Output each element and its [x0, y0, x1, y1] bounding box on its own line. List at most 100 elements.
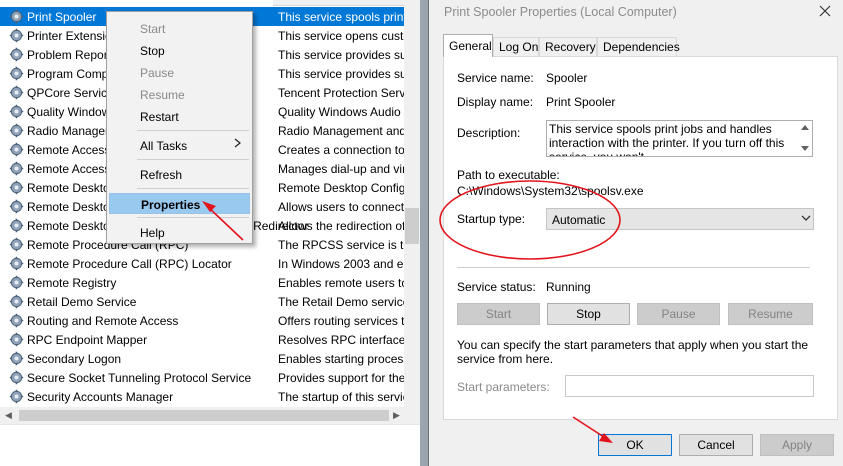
scroll-right-icon[interactable]: ▶ — [393, 411, 400, 420]
service-row[interactable]: Remote Registry Enables remote users to m… — [0, 273, 404, 292]
menu-item-properties[interactable]: Properties — [109, 193, 250, 214]
gear-icon — [9, 313, 24, 328]
startup-type-label: Startup type: — [457, 212, 526, 226]
service-name: Security Accounts Manager — [27, 390, 174, 404]
menu-item-label: All Tasks — [140, 139, 188, 153]
service-description: Radio Management and Airplane — [278, 124, 404, 138]
gear-icon — [9, 370, 24, 385]
service-name: Secure Socket Tunneling Protocol Service — [27, 371, 252, 385]
service-row[interactable]: RPC Endpoint Mapper Resolves RPC interfac… — [0, 330, 404, 349]
path-value: C:\Windows\System32\spoolsv.exe — [457, 184, 644, 198]
service-name: Print Spooler — [27, 10, 97, 24]
menu-item-pause[interactable]: Pause — [109, 62, 250, 83]
gear-icon — [9, 218, 24, 233]
service-description: Manages dial-up and virtual — [278, 162, 404, 176]
description-field[interactable]: This service spools print jobs and handl… — [546, 120, 813, 157]
service-description: Enables starting processes under — [278, 352, 404, 366]
tab-dependencies[interactable]: Dependencies — [597, 37, 680, 56]
service-name: Retail Demo Service — [27, 295, 137, 309]
apply-button[interactable]: Apply — [760, 434, 834, 456]
ok-button[interactable]: OK — [598, 434, 672, 456]
start-button[interactable]: Start — [457, 303, 540, 325]
cancel-button[interactable]: Cancel — [679, 434, 753, 456]
startup-type-select[interactable]: Automatic — [546, 208, 814, 230]
scroll-up-icon[interactable] — [801, 124, 809, 130]
service-description: Allows the redirection of Printers — [278, 219, 404, 233]
menu-item-help[interactable]: Help — [109, 222, 250, 243]
service-description: Provides support for the Secure — [278, 371, 404, 385]
scroll-down-icon[interactable] — [801, 146, 809, 152]
vertical-scroll-thumb[interactable] — [405, 208, 419, 244]
service-name: Secondary Logon — [27, 352, 122, 366]
gear-icon — [9, 28, 24, 43]
dialog-title: Print Spooler Properties (Local Computer… — [444, 5, 677, 19]
gear-icon — [9, 275, 24, 290]
menu-item-stop[interactable]: Stop — [109, 40, 250, 61]
gear-icon — [9, 180, 24, 195]
service-description: The RPCSS service is the Service — [278, 238, 404, 252]
start-params-label: Start parameters: — [457, 380, 550, 394]
service-description: Creates a connection to a remote — [278, 143, 404, 157]
service-name: Routing and Remote Access — [27, 314, 179, 328]
service-name: RPC Endpoint Mapper — [27, 333, 148, 347]
description-label: Description: — [457, 126, 521, 140]
chevron-down-icon[interactable] — [801, 215, 811, 222]
gear-icon — [9, 199, 24, 214]
gear-icon — [9, 9, 24, 24]
scroll-left-icon[interactable]: ◀ — [5, 411, 12, 420]
path-label: Path to executable: — [457, 168, 560, 182]
menu-separator — [137, 159, 249, 160]
gear-icon — [9, 161, 24, 176]
service-description: Offers routing services to — [278, 314, 404, 328]
service-description: Tencent Protection Service — [278, 86, 404, 100]
start-params-input[interactable] — [565, 375, 814, 397]
tab-log-on[interactable]: Log On — [493, 37, 539, 56]
service-status-label: Service status: — [457, 280, 536, 294]
horizontal-scroll-thumb[interactable] — [19, 410, 389, 421]
service-description: Allows users to connect interactively — [278, 200, 404, 214]
gear-icon — [9, 389, 24, 404]
service-row[interactable]: Secure Socket Tunneling Protocol Service… — [0, 368, 404, 387]
startup-type-value: Automatic — [552, 213, 606, 227]
service-row[interactable]: Secondary Logon Enables starting processe… — [0, 349, 404, 368]
service-status-value: Running — [546, 280, 591, 294]
divider-line — [457, 267, 810, 268]
menu-item-restart[interactable]: Restart — [109, 106, 250, 127]
resume-button[interactable]: Resume — [728, 303, 813, 325]
gear-icon — [9, 123, 24, 138]
menu-item-refresh[interactable]: Refresh — [109, 164, 250, 185]
service-row[interactable]: Routing and Remote Access Offers routing … — [0, 311, 404, 330]
service-name: Remote Procedure Call (RPC) Locator — [27, 257, 232, 271]
service-description: This service spools print jobs and handl… — [278, 10, 404, 24]
pause-button[interactable]: Pause — [637, 303, 720, 325]
service-description: The Retail Demo service controls — [278, 295, 404, 309]
service-description: Resolves RPC interfaces identifiers — [278, 333, 404, 347]
service-description: This service provides support for the Pr… — [278, 67, 404, 81]
service-row[interactable]: Retail Demo Service The Retail Demo servi… — [0, 292, 404, 311]
service-row[interactable]: Security Accounts Manager The startup of … — [0, 387, 404, 406]
service-name: QPCore Service — [27, 86, 114, 100]
menu-item-start[interactable]: Start — [109, 18, 250, 39]
service-name: Remote Registry — [27, 276, 117, 290]
menu-item-label: Properties — [141, 198, 201, 212]
service-row[interactable]: Remote Procedure Call (RPC) Locator In Wi… — [0, 254, 404, 273]
description-text: This service spools print jobs and handl… — [549, 122, 785, 157]
close-icon[interactable] — [818, 4, 832, 18]
stop-button[interactable]: Stop — [547, 303, 630, 325]
service-name-value: Spooler — [546, 71, 588, 85]
menu-item-label: Restart — [140, 110, 179, 124]
vertical-scrollbar[interactable] — [404, 0, 420, 407]
menu-item-label: Help — [140, 226, 165, 240]
menu-item-resume[interactable]: Resume — [109, 84, 250, 105]
menu-item-all-tasks[interactable]: All Tasks — [109, 135, 250, 156]
service-description: This service provides support for viewin… — [278, 48, 404, 62]
display-name-label: Display name: — [457, 95, 534, 109]
menu-separator — [137, 130, 249, 131]
tab-recovery[interactable]: Recovery — [539, 37, 597, 56]
tab-general[interactable]: General — [443, 34, 493, 57]
service-description: Remote Desktop Configuration — [278, 181, 404, 195]
service-description: This service opens custom printer dialog… — [278, 29, 404, 43]
display-name-value: Print Spooler — [546, 95, 616, 109]
status-area — [0, 424, 420, 466]
gear-icon — [9, 104, 24, 119]
